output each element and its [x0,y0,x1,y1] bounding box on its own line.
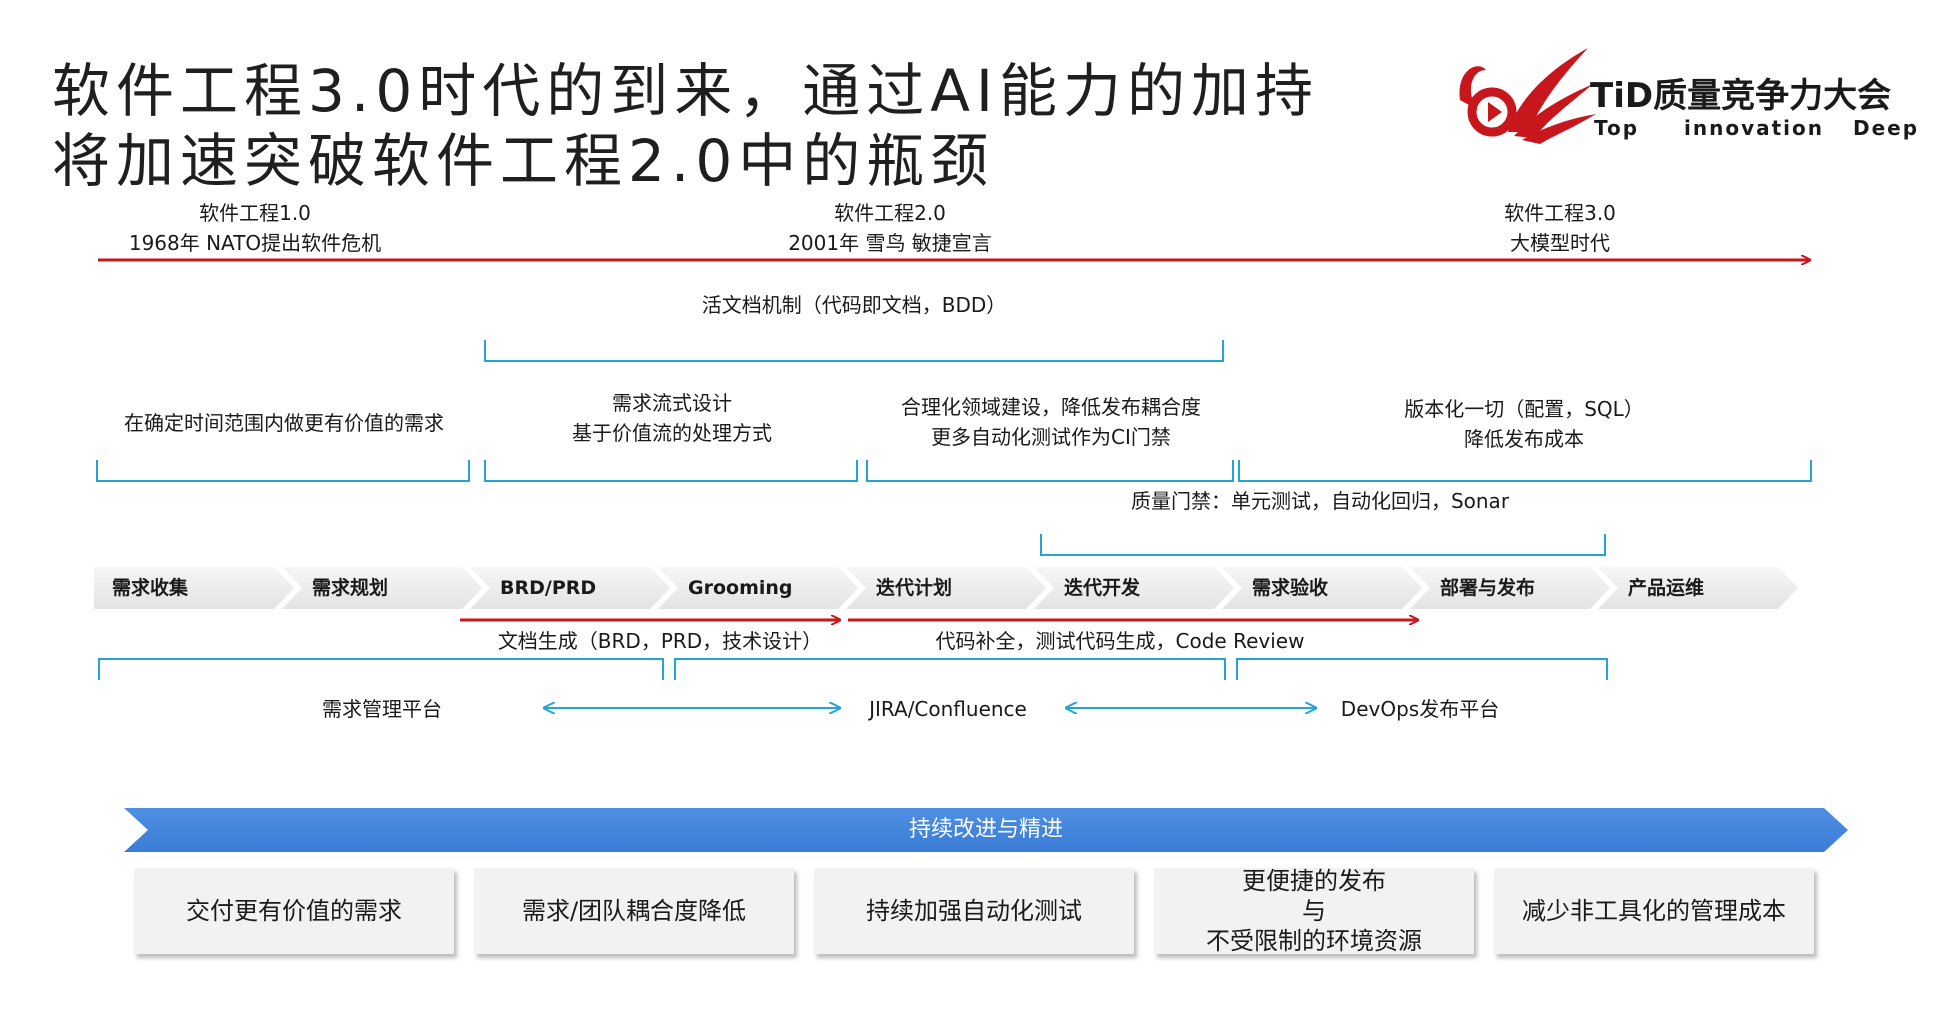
quality-gate-bracket [1040,534,1606,556]
era-1: 软件工程1.0 1968年 NATO提出软件危机 [100,198,410,258]
step-3: BRD/PRD [470,567,670,609]
domain-line-1: 合理化领域建设，降低发布耦合度 [901,395,1201,419]
versioning-line-2: 降低发布成本 [1464,427,1584,451]
era-2: 软件工程2.0 2001年 雪鸟 敏捷宣言 [730,198,1050,258]
outcome-box-1: 交付更有价值的需求 [134,868,454,954]
platform-bracket-1 [98,658,664,680]
code-gen-label: 代码补全，测试代码生成，Code Review [935,629,1305,653]
era-2-name: 软件工程2.0 [834,201,946,225]
phase-bracket-3 [866,460,1234,482]
outcome-box-5: 减少非工具化的管理成本 [1494,868,1814,954]
era-1-name: 软件工程1.0 [199,201,311,225]
flow-design-line-2: 基于价值流的处理方式 [572,421,772,445]
quality-gate-label: 质量门禁：单元测试，自动化回归，Sonar [1130,489,1510,513]
logo-word-innovation: innovation [1684,116,1824,140]
phase-bracket-1 [96,460,470,482]
flow-design-label: 需求流式设计 基于价值流的处理方式 [484,388,860,448]
era-2-detail: 2001年 雪鸟 敏捷宣言 [788,231,992,255]
step-5: 迭代计划 [846,567,1046,609]
flow-design-line-1: 需求流式设计 [612,391,732,415]
platform-bracket-2 [674,658,1226,680]
outcome-4-line-1: 更便捷的发布 [1242,867,1386,895]
platform-jira: JIRA/Confluence [869,697,1027,721]
logo-word-top: Top [1594,116,1640,140]
outcome-box-4: 更便捷的发布 与 不受限制的环境资源 [1154,867,1474,955]
outcome-4-line-3: 不受限制的环境资源 [1206,927,1422,955]
platform-req-mgmt: 需求管理平台 [322,697,442,721]
platform-bracket-3 [1236,658,1608,680]
living-docs-bracket [484,340,1224,362]
outcome-box-3: 持续加强自动化测试 [814,868,1134,954]
step-9: 产品运维 [1598,567,1798,609]
versioning-label: 版本化一切（配置，SQL） 降低发布成本 [1236,394,1812,454]
logo-word-deep: Deep [1853,116,1920,140]
outcome-4-line-2: 与 [1302,897,1326,925]
versioning-line-1: 版本化一切（配置，SQL） [1404,397,1644,421]
outcome-box-2: 需求/团队耦合度降低 [474,868,794,954]
step-7: 需求验收 [1222,567,1422,609]
tid-logo-icon [1459,48,1596,144]
step-6: 迭代开发 [1034,567,1234,609]
step-8: 部署与发布 [1410,567,1610,609]
domain-label: 合理化领域建设，降低发布耦合度 更多自动化测试作为CI门禁 [866,392,1236,452]
era-3: 软件工程3.0 大模型时代 [1440,198,1680,258]
era-3-detail: 大模型时代 [1510,231,1610,255]
improvement-bar: 持续改进与精进 [124,808,1848,852]
era-3-name: 软件工程3.0 [1504,201,1616,225]
living-docs-label: 活文档机制（代码即文档，BDD） [701,293,1007,317]
logo-name: TiD质量竞争力大会 [1590,76,1892,116]
platform-devops: DevOps发布平台 [1340,697,1500,721]
domain-line-2: 更多自动化测试作为CI门禁 [931,425,1171,449]
step-1: 需求收集 [94,567,294,609]
phase-bracket-4 [1238,460,1812,482]
doc-gen-label: 文档生成（BRD，PRD，技术设计） [497,629,823,653]
era-1-detail: 1968年 NATO提出软件危机 [128,231,382,255]
page-title-line-2: 将加速突破软件工程2.0中的瓶颈 [52,127,995,195]
step-2: 需求规划 [282,567,482,609]
step-4: Grooming [658,567,858,609]
logo: TiD质量竞争力大会 Top innovation Deep [1448,40,1918,150]
valuable-req-label: 在确定时间范围内做更有价值的需求 [124,411,444,435]
phase-bracket-2 [484,460,858,482]
